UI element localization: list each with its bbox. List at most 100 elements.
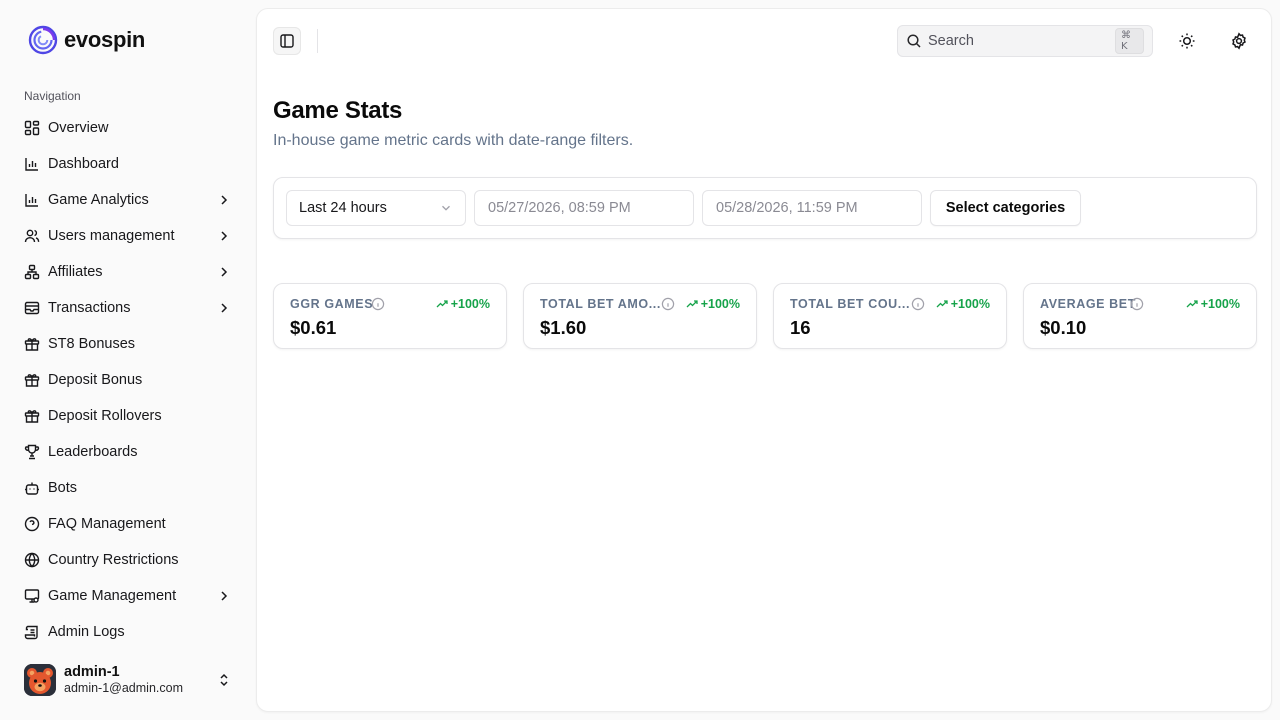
trend-value: +100%	[1200, 297, 1240, 311]
search-input[interactable]	[928, 33, 1115, 49]
page-subtitle: In-house game metric cards with date-ran…	[273, 132, 634, 149]
chevron-right-icon	[216, 588, 232, 604]
metric-label: TOTAL BET AMO...	[540, 297, 661, 311]
sidebar-item-leaderboards[interactable]: Leaderboards	[16, 434, 240, 470]
date-range-value: Last 24 hours	[299, 200, 387, 216]
divider	[317, 29, 318, 53]
info-icon[interactable]	[1130, 297, 1144, 311]
info-icon[interactable]	[661, 297, 675, 311]
theme-toggle-button[interactable]	[1173, 27, 1201, 55]
sidebar-item-game-analytics[interactable]: Game Analytics	[16, 182, 240, 218]
user-info: admin-1 admin-1@admin.com	[64, 663, 216, 697]
sidebar-item-label: Deposit Bonus	[48, 372, 143, 388]
sidebar-item-label: Bots	[48, 480, 78, 496]
search-box[interactable]: ⌘ K	[897, 25, 1153, 57]
trend-value: +100%	[700, 297, 740, 311]
trend-badge: +100%	[686, 297, 740, 311]
metric-value: 16	[790, 317, 811, 338]
trophy-icon	[24, 444, 40, 460]
metric-value: $0.10	[1040, 317, 1087, 338]
chevron-down-icon	[439, 201, 453, 215]
sidebar-item-label: Affiliates	[48, 264, 103, 280]
scroll-icon	[24, 624, 40, 640]
user-email: admin-1@admin.com	[64, 681, 183, 696]
page-title: Game Stats	[273, 97, 403, 124]
sidebar-item-label: Game Management	[48, 588, 177, 604]
sidebar-item-transactions[interactable]: Transactions	[16, 290, 240, 326]
chevron-right-icon	[216, 300, 232, 316]
date-range-select[interactable]: Last 24 hours	[286, 190, 466, 226]
sidebar-item-affiliates[interactable]: Affiliates	[16, 254, 240, 290]
swirl-logo-icon	[28, 25, 58, 55]
start-date-input[interactable]	[474, 190, 694, 226]
brand[interactable]: evospin	[28, 25, 145, 55]
sidebar-item-deposit-bonus[interactable]: Deposit Bonus	[16, 362, 240, 398]
brand-name: evospin	[64, 27, 146, 52]
avatar	[24, 664, 56, 696]
trend-badge: +100%	[1186, 297, 1240, 311]
end-date-input[interactable]	[702, 190, 922, 226]
sidebar-item-faq-management[interactable]: FAQ Management	[16, 506, 240, 542]
sidebar-item-dashboard[interactable]: Dashboard	[16, 146, 240, 182]
settings-button[interactable]	[1225, 27, 1253, 55]
sidebar-item-users-management[interactable]: Users management	[16, 218, 240, 254]
select-categories-button[interactable]: Select categories	[930, 190, 1081, 226]
info-icon[interactable]	[911, 297, 925, 311]
sidebar-item-label: Country Restrictions	[48, 552, 179, 568]
sidebar-item-label: FAQ Management	[48, 516, 166, 532]
trend-badge: +100%	[936, 297, 990, 311]
trend-value: +100%	[450, 297, 490, 311]
trending-up-icon	[1186, 298, 1198, 310]
trend-badge: +100%	[436, 297, 490, 311]
nav-list: Overview Dashboard Game Analytics Users …	[16, 110, 240, 650]
sun-icon	[1178, 32, 1196, 50]
metric-label: TOTAL BET COU...	[790, 297, 911, 311]
sidebar-item-bots[interactable]: Bots	[16, 470, 240, 506]
bot-icon	[24, 480, 40, 496]
bar-chart-icon	[24, 192, 40, 208]
gift-icon	[24, 336, 40, 352]
sidebar-item-label: Users management	[48, 228, 175, 244]
search-icon	[906, 33, 922, 49]
metric-label: AVERAGE BET	[1040, 297, 1136, 311]
sidebar-item-overview[interactable]: Overview	[16, 110, 240, 146]
info-icon[interactable]	[371, 297, 385, 311]
metric-value: $1.60	[540, 317, 587, 338]
filter-bar: Last 24 hours Select categories	[273, 177, 1257, 239]
gear-icon	[1230, 32, 1248, 50]
gift-icon	[24, 408, 40, 424]
sidebar-item-label: Admin Logs	[48, 624, 125, 640]
network-icon	[24, 264, 40, 280]
sidebar-item-admin-logs[interactable]: Admin Logs	[16, 614, 240, 650]
metric-card-ggr-games: GGR GAMES +100% $0.61	[273, 283, 507, 349]
user-menu[interactable]: admin-1 admin-1@admin.com	[16, 656, 240, 704]
trending-up-icon	[436, 298, 448, 310]
sidebar-item-label: Transactions	[48, 300, 131, 316]
nav-group-label: Navigation	[24, 89, 81, 103]
user-name: admin-1	[64, 664, 120, 681]
main-panel: ⌘ K Game Stats In-house game metric card…	[256, 8, 1272, 712]
sidebar-item-country-restrictions[interactable]: Country Restrictions	[16, 542, 240, 578]
search-shortcut: ⌘ K	[1115, 28, 1144, 54]
topbar: ⌘ K	[257, 9, 1271, 73]
sidebar-toggle-button[interactable]	[273, 27, 301, 55]
sidebar-item-label: Game Analytics	[48, 192, 149, 208]
gift-icon	[24, 372, 40, 388]
sidebar-item-st8-bonuses[interactable]: ST8 Bonuses	[16, 326, 240, 362]
metric-card-average-bet: AVERAGE BET +100% $0.10	[1023, 283, 1257, 349]
trending-up-icon	[936, 298, 948, 310]
metric-value: $0.61	[290, 317, 337, 338]
sidebar: evospin Navigation Overview Dashboard Ga…	[0, 0, 256, 720]
wallet-icon	[24, 300, 40, 316]
metric-label: GGR GAMES	[290, 297, 374, 311]
sidebar-item-label: Overview	[48, 120, 109, 136]
metric-card-total-bet-count: TOTAL BET COU... +100% 16	[773, 283, 1007, 349]
sidebar-item-label: Deposit Rollovers	[48, 408, 162, 424]
users-icon	[24, 228, 40, 244]
sidebar-item-game-management[interactable]: Game Management	[16, 578, 240, 614]
chevrons-up-down-icon	[216, 672, 232, 688]
chevron-right-icon	[216, 228, 232, 244]
metric-card-total-bet-amount: TOTAL BET AMO... +100% $1.60	[523, 283, 757, 349]
sidebar-item-deposit-rollovers[interactable]: Deposit Rollovers	[16, 398, 240, 434]
help-circle-icon	[24, 516, 40, 532]
